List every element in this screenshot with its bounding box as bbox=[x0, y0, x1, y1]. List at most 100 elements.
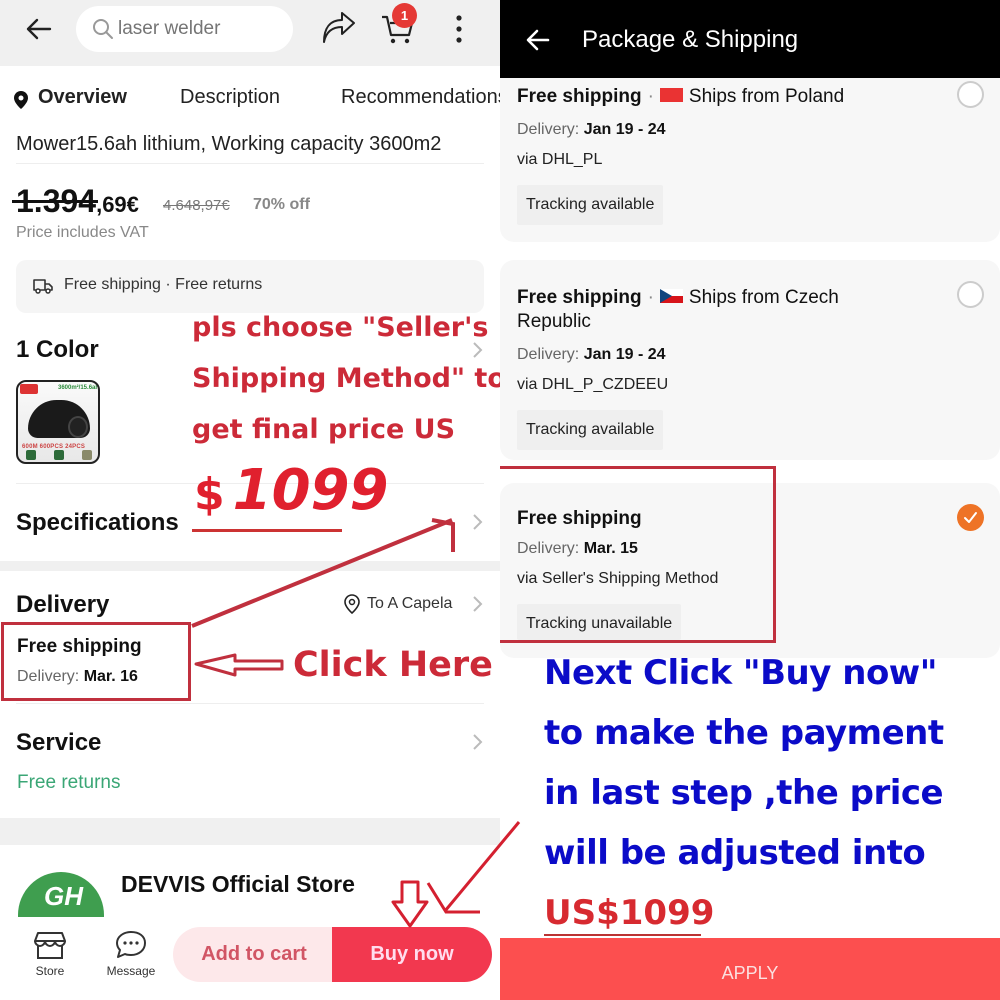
radio-button-selected[interactable] bbox=[957, 504, 984, 531]
annotation-underline bbox=[192, 529, 342, 532]
apply-button[interactable]: APPLY bbox=[500, 938, 1000, 1000]
section-separator bbox=[0, 561, 500, 571]
color-thumbnail[interactable]: 3600m²/15.6ah 600M 600PCS 24PCS bbox=[16, 380, 100, 464]
back-arrow-icon[interactable] bbox=[524, 26, 552, 54]
annotation-price: $1099 bbox=[194, 458, 388, 523]
more-options-icon[interactable] bbox=[448, 12, 470, 46]
color-section-title: 1 Color bbox=[16, 336, 99, 363]
option-title: Free shipping · Ships from Czech Republic bbox=[517, 287, 839, 332]
option-origin: Ships from Czech bbox=[688, 287, 839, 308]
promo-tag bbox=[20, 384, 38, 394]
annotation-next-line: in last step ,the price bbox=[544, 773, 944, 813]
tab-description[interactable]: Description bbox=[180, 86, 280, 109]
accessory-image bbox=[82, 450, 92, 460]
annotation-instruction-line: get final price US bbox=[192, 414, 456, 445]
annotation-price-value: 1099 bbox=[232, 458, 389, 523]
annotation-click-here: Click Here bbox=[293, 645, 493, 685]
cart-badge: 1 bbox=[392, 3, 417, 28]
annotation-final-price: US$1099 bbox=[544, 893, 715, 933]
location-pin-icon bbox=[14, 91, 28, 109]
page-title: Package & Shipping bbox=[582, 26, 799, 53]
shipping-option-czech[interactable]: Free shipping · Ships from Czech Republic D… bbox=[500, 260, 1000, 460]
chevron-right-icon[interactable] bbox=[470, 512, 484, 532]
store-logo-text: GH bbox=[44, 881, 83, 911]
section-separator bbox=[0, 818, 500, 846]
search-icon bbox=[93, 19, 113, 39]
store-nav-label: Store bbox=[35, 964, 65, 978]
chevron-right-icon[interactable] bbox=[470, 732, 484, 752]
radio-button[interactable] bbox=[957, 281, 984, 308]
message-nav-button[interactable]: Message bbox=[101, 928, 161, 988]
destination-text: To A Capela bbox=[367, 595, 453, 613]
location-pin-icon bbox=[344, 594, 360, 614]
shipping-option-poland[interactable]: Free shipping · Ships from Poland Delivery… bbox=[500, 60, 1000, 242]
annotation-price-symbol: $ bbox=[194, 469, 225, 520]
truck-icon bbox=[33, 279, 53, 294]
product-page: 1 Overview Description Recommendations M… bbox=[0, 0, 500, 1000]
original-price: 4.648,97€ bbox=[163, 197, 230, 214]
product-title: Mower15.6ah lithium, Working capacity 36… bbox=[16, 133, 442, 155]
specifications-title[interactable]: Specifications bbox=[16, 509, 179, 537]
shipping-summary-text: Free shipping · Free returns bbox=[64, 276, 263, 293]
search-bar[interactable] bbox=[76, 6, 293, 52]
store-section: GH DEVVIS Official Store Store Message A… bbox=[0, 845, 500, 1000]
tab-overview[interactable]: Overview bbox=[38, 86, 127, 109]
price-cents: ,69€ bbox=[96, 192, 139, 217]
annotation-underline bbox=[544, 934, 701, 936]
tracking-badge: Tracking available bbox=[517, 185, 664, 225]
screenshot-root: 1 Overview Description Recommendations M… bbox=[0, 0, 1000, 1000]
tracking-badge: Tracking available bbox=[517, 410, 664, 450]
store-name[interactable]: DEVVIS Official Store bbox=[121, 871, 355, 898]
thumb-caption: 3600m²/15.6ah bbox=[58, 385, 100, 391]
option-title: Free shipping · Ships from Poland bbox=[517, 86, 845, 107]
buy-now-button[interactable]: Buy now bbox=[332, 927, 492, 982]
czech-flag-icon bbox=[659, 288, 683, 303]
annotation-next-line: to make the payment bbox=[544, 713, 944, 753]
option-delivery: Delivery: Jan 19 - 24 bbox=[517, 121, 666, 139]
option-date-value: Jan 19 - 24 bbox=[583, 346, 666, 363]
radio-button[interactable] bbox=[957, 81, 984, 108]
delivery-title: Delivery bbox=[16, 591, 110, 618]
option-date-label: Delivery: bbox=[517, 121, 580, 138]
add-to-cart-button[interactable]: Add to cart bbox=[173, 927, 335, 982]
product-tabs: Overview Description Recommendations bbox=[0, 66, 500, 132]
price-main: 1.394 bbox=[16, 183, 97, 219]
current-price: 1.394,69€ bbox=[16, 183, 139, 220]
annotation-highlight-box bbox=[1, 622, 191, 701]
annotation-highlight-box bbox=[500, 466, 776, 643]
option-origin-line2: Republic bbox=[517, 311, 591, 332]
chevron-right-icon[interactable] bbox=[470, 594, 484, 614]
top-bar: 1 bbox=[0, 0, 500, 66]
divider bbox=[16, 703, 484, 704]
delivery-destination[interactable]: To A Capela bbox=[343, 594, 452, 614]
mower-wheel bbox=[68, 416, 88, 438]
store-logo[interactable]: GH bbox=[18, 872, 104, 917]
option-shipping-label: Free shipping bbox=[517, 86, 642, 107]
accessory-image bbox=[54, 450, 64, 460]
option-date-value: Jan 19 - 24 bbox=[583, 121, 666, 138]
annotation-instruction-line: pls choose "Seller's bbox=[192, 312, 489, 343]
option-shipping-label: Free shipping bbox=[517, 287, 642, 308]
annotation-next-line: will be adjusted into bbox=[544, 833, 926, 873]
search-input[interactable] bbox=[118, 14, 278, 44]
option-carrier: via DHL_P_CZDEEU bbox=[517, 376, 669, 393]
store-nav-button[interactable]: Store bbox=[20, 928, 80, 988]
poland-flag-icon bbox=[659, 87, 683, 102]
back-arrow-icon[interactable] bbox=[22, 12, 56, 46]
message-icon bbox=[116, 931, 146, 958]
option-carrier: via DHL_PL bbox=[517, 151, 603, 168]
page-header: Package & Shipping bbox=[500, 0, 1000, 78]
accessory-image bbox=[26, 450, 36, 460]
package-shipping-page: Free shipping · Ships from Poland Delivery… bbox=[500, 0, 1000, 1000]
vat-note: Price includes VAT bbox=[16, 224, 149, 241]
checkmark-icon bbox=[964, 512, 977, 523]
option-origin: Ships from Poland bbox=[688, 86, 845, 107]
chevron-right-icon[interactable] bbox=[470, 340, 484, 360]
tab-recommendations[interactable]: Recommendations bbox=[341, 86, 500, 109]
annotation-instruction-line: Shipping Method" to bbox=[192, 363, 500, 394]
shipping-summary[interactable]: Free shipping · Free returns bbox=[16, 260, 484, 313]
option-date-label: Delivery: bbox=[517, 346, 580, 363]
message-nav-label: Message bbox=[106, 964, 156, 978]
share-icon[interactable] bbox=[320, 12, 358, 46]
service-title[interactable]: Service bbox=[16, 729, 101, 757]
